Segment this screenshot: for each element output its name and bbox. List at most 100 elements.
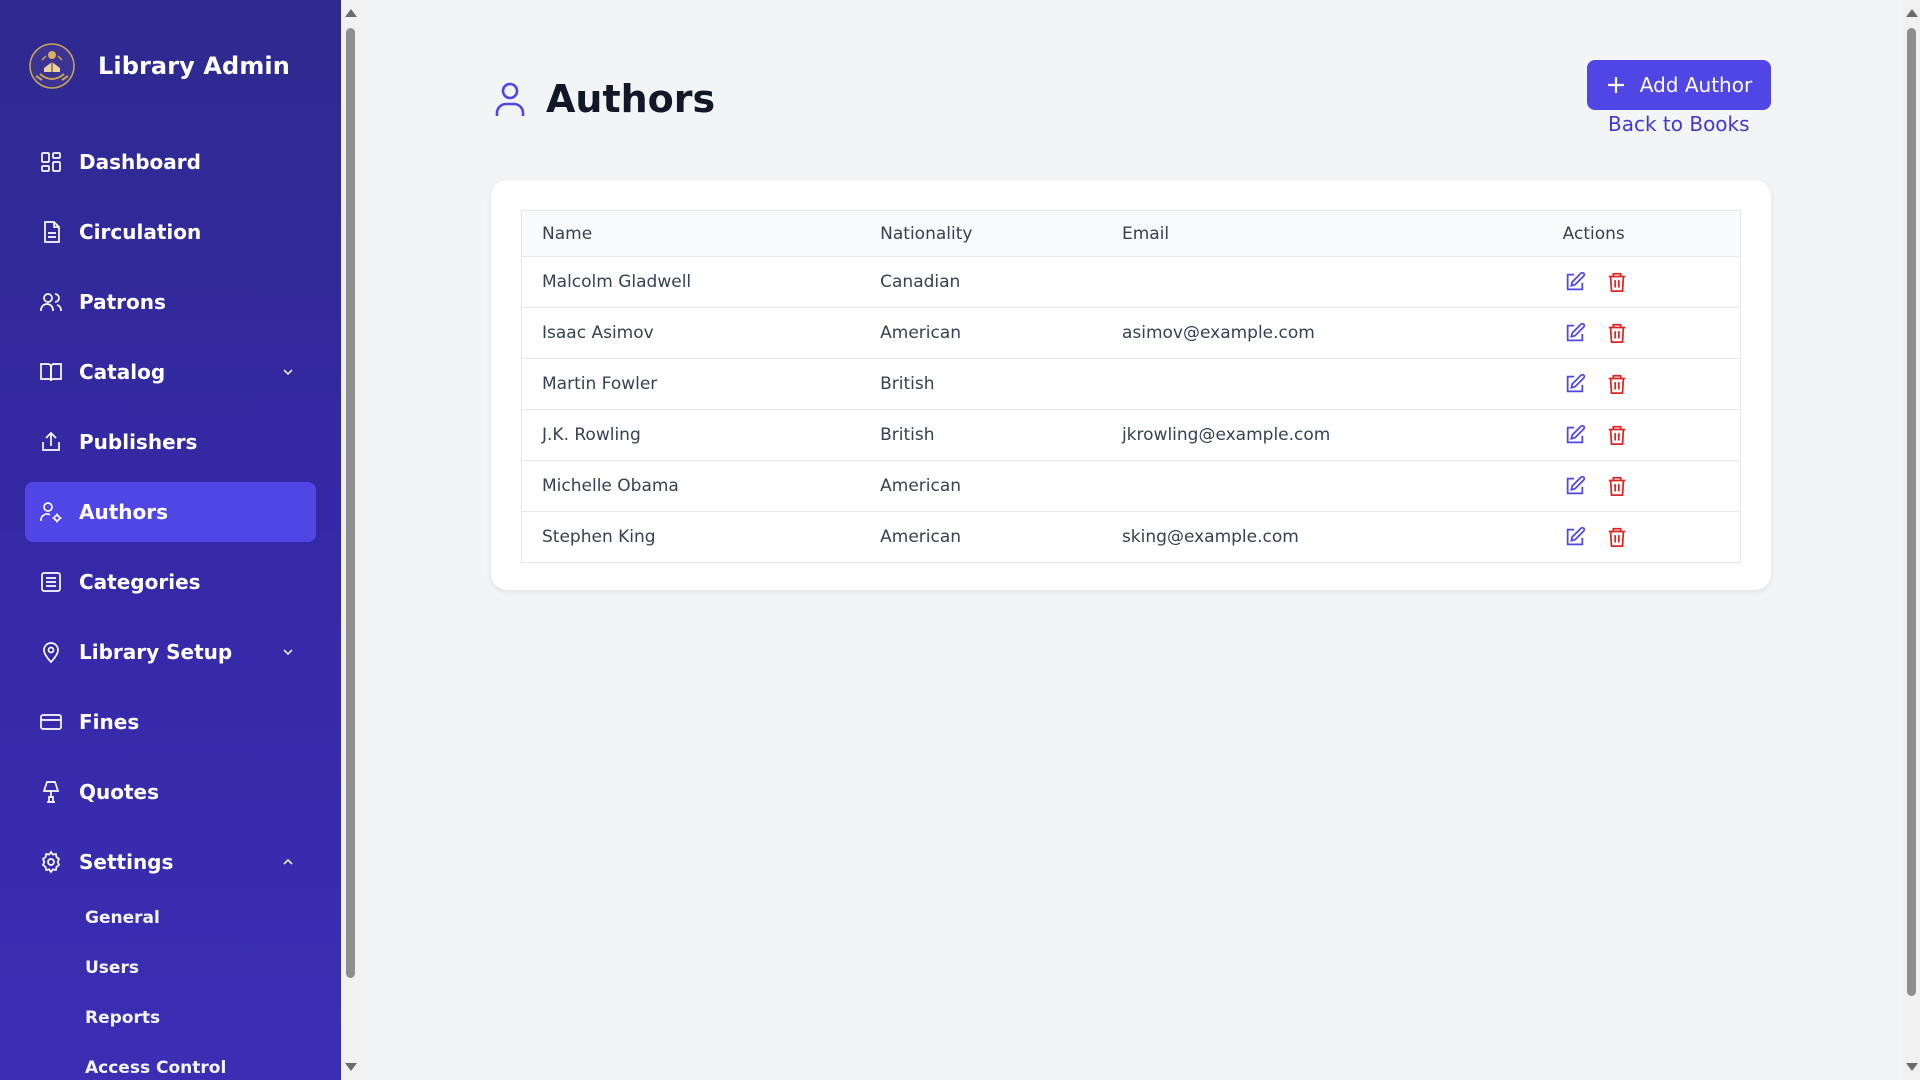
add-author-button[interactable]: Add Author (1587, 60, 1771, 110)
user-cog-icon (39, 500, 63, 524)
trash-icon[interactable] (1605, 423, 1629, 447)
scroll-up-arrow-icon[interactable] (1906, 9, 1918, 17)
sidebar-item-patrons[interactable]: Patrons (25, 272, 316, 332)
author-name: Malcolm Gladwell (521, 256, 861, 308)
sidebar-item-label: Settings (79, 850, 174, 874)
column-header-nationality: Nationality (860, 210, 1102, 257)
authors-card: Name Nationality Email Actions Malcolm G… (491, 180, 1771, 590)
scrollbar-thumb[interactable] (346, 28, 355, 978)
scroll-down-arrow-icon[interactable] (345, 1063, 357, 1071)
edit-icon[interactable] (1563, 525, 1587, 549)
table-row: Michelle Obama American (521, 460, 1741, 512)
authors-table: Name Nationality Email Actions Malcolm G… (521, 210, 1741, 563)
table-header-row: Name Nationality Email Actions (521, 210, 1741, 257)
sidebar: Library Admin Dashboard Circulation Patr… (0, 0, 341, 1080)
trash-icon[interactable] (1605, 321, 1629, 345)
chevron-up-icon[interactable] (276, 850, 300, 874)
row-actions (1542, 358, 1741, 410)
author-nationality: Canadian (860, 256, 1102, 308)
author-name: Isaac Asimov (521, 307, 861, 359)
table-row: Martin Fowler British (521, 358, 1741, 410)
edit-icon[interactable] (1563, 270, 1587, 294)
settings-submenu: General Users Reports Access Control (85, 893, 226, 1080)
sidebar-item-library-setup[interactable]: Library Setup (25, 622, 316, 682)
sidebar-item-categories[interactable]: Categories (25, 552, 316, 612)
trash-icon[interactable] (1605, 474, 1629, 498)
author-name: Michelle Obama (521, 460, 861, 512)
add-author-label: Add Author (1639, 73, 1753, 97)
page-header: Authors (492, 77, 715, 121)
row-actions (1542, 256, 1741, 308)
author-email (1101, 256, 1543, 308)
scroll-down-arrow-icon[interactable] (1906, 1063, 1918, 1071)
app-title: Library Admin (98, 52, 290, 80)
sidebar-subitem-reports[interactable]: Reports (85, 993, 226, 1043)
trash-icon[interactable] (1605, 270, 1629, 294)
table-row: Malcolm Gladwell Canadian (521, 256, 1741, 308)
edit-icon[interactable] (1563, 423, 1587, 447)
brand[interactable]: Library Admin (26, 38, 290, 94)
trash-icon[interactable] (1605, 372, 1629, 396)
row-actions (1542, 460, 1741, 512)
list-icon (39, 570, 63, 594)
main-content: Authors Add Author Back to Books Name Na… (360, 0, 1902, 1080)
author-nationality: American (860, 307, 1102, 359)
row-actions (1542, 409, 1741, 461)
back-to-books-link[interactable]: Back to Books (1608, 112, 1750, 136)
sidebar-item-circulation[interactable]: Circulation (25, 202, 316, 262)
column-header-email: Email (1101, 210, 1543, 257)
credit-card-icon (39, 710, 63, 734)
sidebar-item-quotes[interactable]: Quotes (25, 762, 316, 822)
book-open-icon (39, 360, 63, 384)
sidebar-item-authors[interactable]: Authors (25, 482, 316, 542)
sidebar-subitem-users[interactable]: Users (85, 943, 226, 993)
author-nationality: British (860, 409, 1102, 461)
author-email: sking@example.com (1121, 527, 1299, 547)
chevron-down-icon[interactable] (276, 640, 300, 664)
table-row: Stephen King American sking@example.com (522, 512, 1741, 563)
sidebar-nav: Dashboard Circulation Patrons Catalog Pu… (25, 132, 316, 902)
sidebar-item-label: Patrons (79, 290, 166, 314)
page-scrollbar[interactable] (1902, 0, 1920, 1080)
author-nationality: American (880, 527, 962, 547)
author-email (1101, 358, 1543, 410)
edit-icon[interactable] (1563, 321, 1587, 345)
column-header-name: Name (521, 210, 861, 257)
sidebar-item-label: Fines (79, 710, 140, 734)
library-crest-logo (26, 40, 78, 92)
row-actions (1543, 512, 1741, 563)
sidebar-item-dashboard[interactable]: Dashboard (25, 132, 316, 192)
sidebar-scrollbar[interactable] (341, 0, 360, 1080)
sidebar-item-fines[interactable]: Fines (25, 692, 316, 752)
row-actions (1542, 307, 1741, 359)
sidebar-item-label: Library Setup (79, 640, 233, 664)
sidebar-item-label: Catalog (79, 360, 166, 384)
page-title: Authors (546, 77, 716, 121)
gear-icon (39, 850, 63, 874)
sidebar-item-label: Dashboard (79, 150, 201, 174)
edit-icon[interactable] (1563, 372, 1587, 396)
sidebar-subitem-access-control[interactable]: Access Control (85, 1043, 226, 1080)
document-icon (39, 220, 63, 244)
sidebar-item-settings[interactable]: Settings (25, 832, 316, 892)
trash-icon[interactable] (1605, 525, 1629, 549)
author-name: Stephen King (542, 527, 656, 547)
user-icon (492, 80, 528, 118)
table-row: J.K. Rowling British jkrowling@example.c… (521, 409, 1741, 461)
sidebar-item-catalog[interactable]: Catalog (25, 342, 316, 402)
author-name: Martin Fowler (521, 358, 861, 410)
author-email: jkrowling@example.com (1101, 409, 1543, 461)
sidebar-item-label: Publishers (79, 430, 198, 454)
author-email: asimov@example.com (1101, 307, 1543, 359)
plus-icon (1606, 75, 1626, 95)
scrollbar-thumb[interactable] (1907, 28, 1916, 996)
lamp-icon (39, 780, 63, 804)
edit-icon[interactable] (1563, 474, 1587, 498)
sidebar-item-publishers[interactable]: Publishers (25, 412, 316, 472)
chevron-down-icon[interactable] (276, 360, 300, 384)
sidebar-item-label: Authors (79, 500, 169, 524)
map-pin-icon (39, 640, 63, 664)
author-nationality: American (860, 460, 1102, 512)
sidebar-subitem-general[interactable]: General (85, 893, 226, 943)
scroll-up-arrow-icon[interactable] (345, 9, 357, 17)
